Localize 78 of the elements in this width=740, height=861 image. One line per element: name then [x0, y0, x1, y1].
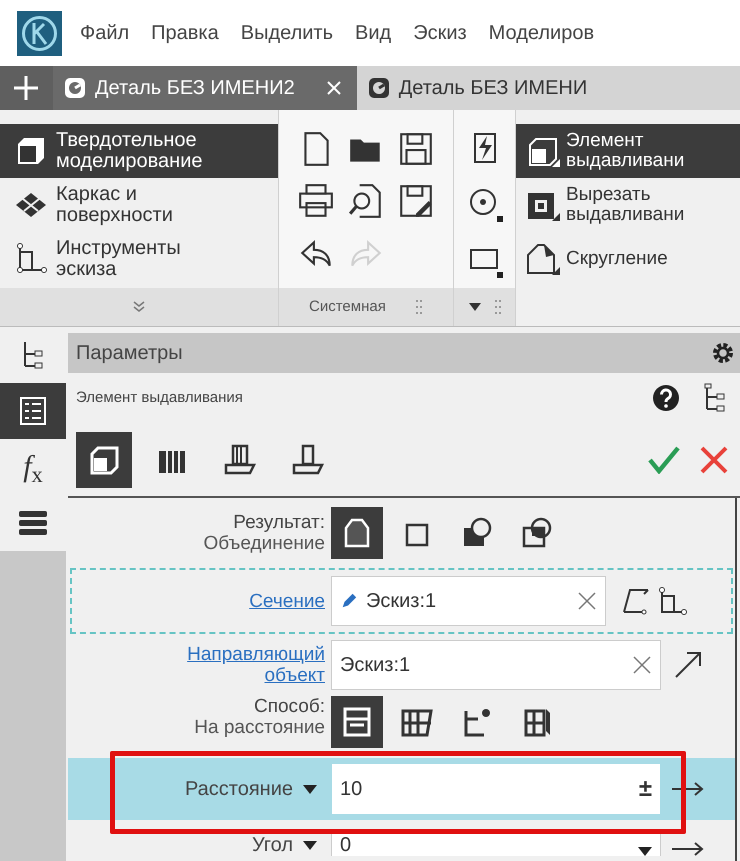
- field-value: На расстояние: [194, 717, 325, 738]
- document-icon: [63, 76, 87, 100]
- new-tab-icon[interactable]: [13, 75, 39, 101]
- dropdown-icon[interactable]: [638, 847, 652, 856]
- tree-icon: [22, 340, 44, 370]
- document-icon: [366, 76, 391, 100]
- panel-subtitle: Элемент выдавливания: [76, 388, 243, 408]
- ribbon-category[interactable]: Каркас и поверхности: [0, 178, 278, 232]
- field-value: 10: [340, 777, 364, 802]
- sketch-corner-icon: [14, 242, 48, 276]
- field-label: Результат:: [233, 512, 325, 533]
- field-value: Эскиз:1: [366, 589, 438, 614]
- field-value: Объединение: [204, 533, 325, 554]
- printer-icon[interactable]: [297, 182, 335, 220]
- section-field[interactable]: Эскиз:1: [331, 576, 606, 626]
- command-label: Вырезать выдавливани: [566, 185, 686, 225]
- right-arrow-icon[interactable]: [671, 782, 705, 796]
- dropdown-icon[interactable]: [468, 303, 480, 311]
- field-label: Угол: [252, 835, 293, 856]
- menu-item[interactable]: Эскиз: [413, 18, 467, 48]
- clear-icon[interactable]: [577, 591, 597, 611]
- ribbon-category[interactable]: Твердотельное моделирование: [0, 124, 278, 178]
- document-tab[interactable]: Деталь БЕЗ ИМЕНИ: [356, 66, 740, 110]
- confirm-check-icon[interactable]: [648, 446, 680, 474]
- field-label: Способ:: [254, 696, 325, 717]
- ribbon-command[interactable]: Вырезать выдавливани: [516, 178, 740, 232]
- fillet-icon: [524, 241, 560, 277]
- side-tab[interactable]: [0, 383, 66, 439]
- double-chevron-icon[interactable]: [132, 301, 146, 313]
- diagonal-arrow-icon[interactable]: [673, 650, 703, 680]
- group-label: Системная: [309, 296, 386, 317]
- help-icon[interactable]: [652, 384, 680, 412]
- close-icon[interactable]: [326, 81, 341, 95]
- checklist-icon: [19, 396, 47, 426]
- extrude-button[interactable]: [76, 432, 132, 488]
- command-label: Скругление: [566, 249, 669, 269]
- category-label: Каркас и поверхности: [56, 184, 174, 226]
- document-tab[interactable]: Деталь БЕЗ ИМЕНИ2: [53, 66, 357, 110]
- ribbon-command[interactable]: Элемент выдавливани: [516, 124, 740, 178]
- category-label: Инструменты эскиза: [56, 238, 182, 280]
- distance-field[interactable]: 10 ±: [331, 763, 661, 815]
- guide-field[interactable]: Эскиз:1: [331, 640, 661, 690]
- intersect-icon: [520, 516, 554, 550]
- dropdown-icon[interactable]: [303, 841, 317, 850]
- pencil-icon: [340, 592, 358, 610]
- dropdown-icon[interactable]: [303, 784, 317, 794]
- section-link[interactable]: Сечение: [249, 590, 325, 612]
- field-value: Эскиз:1: [340, 653, 412, 678]
- sketch-corner-icon[interactable]: [658, 586, 688, 616]
- tab-label: Деталь БЕЗ ИМЕНИ: [398, 76, 588, 101]
- ribbon-category[interactable]: Инструменты эскиза: [0, 232, 278, 286]
- sketch-path-icon[interactable]: [620, 586, 650, 616]
- menu-item[interactable]: Моделиров: [488, 18, 594, 48]
- tree-icon[interactable]: [704, 383, 726, 413]
- guide-object-link[interactable]: Направляющий объект: [135, 644, 325, 686]
- field-label: Расстояние: [184, 778, 293, 800]
- tab-label: Деталь БЕЗ ИМЕНИ2: [95, 76, 295, 101]
- menu-item[interactable]: Выделить: [240, 18, 333, 48]
- menu-item[interactable]: Правка: [151, 18, 219, 48]
- save-as-icon[interactable]: [397, 182, 435, 220]
- menu-item[interactable]: Вид: [355, 18, 392, 48]
- union-button[interactable]: [331, 507, 383, 559]
- category-label: Твердотельное моделирование: [56, 130, 204, 172]
- field-value: 0: [340, 834, 352, 856]
- cancel-close-icon[interactable]: [700, 446, 728, 474]
- clear-icon[interactable]: [632, 655, 652, 675]
- app-logo-icon[interactable]: [17, 10, 62, 56]
- hamburger-menu-icon: [18, 510, 48, 536]
- settings-icon[interactable]: [710, 340, 736, 366]
- save-icon[interactable]: [397, 130, 435, 168]
- grip-icon[interactable]: [416, 300, 422, 314]
- right-arrow-icon[interactable]: [671, 842, 705, 856]
- grip-icon[interactable]: [494, 300, 500, 314]
- menu-item[interactable]: Файл: [80, 18, 130, 48]
- ribbon-command[interactable]: Скругление: [516, 232, 740, 286]
- panel-title: Параметры: [76, 341, 183, 366]
- command-label: Элемент выдавливани: [566, 131, 686, 171]
- sign-toggle[interactable]: ±: [638, 771, 652, 807]
